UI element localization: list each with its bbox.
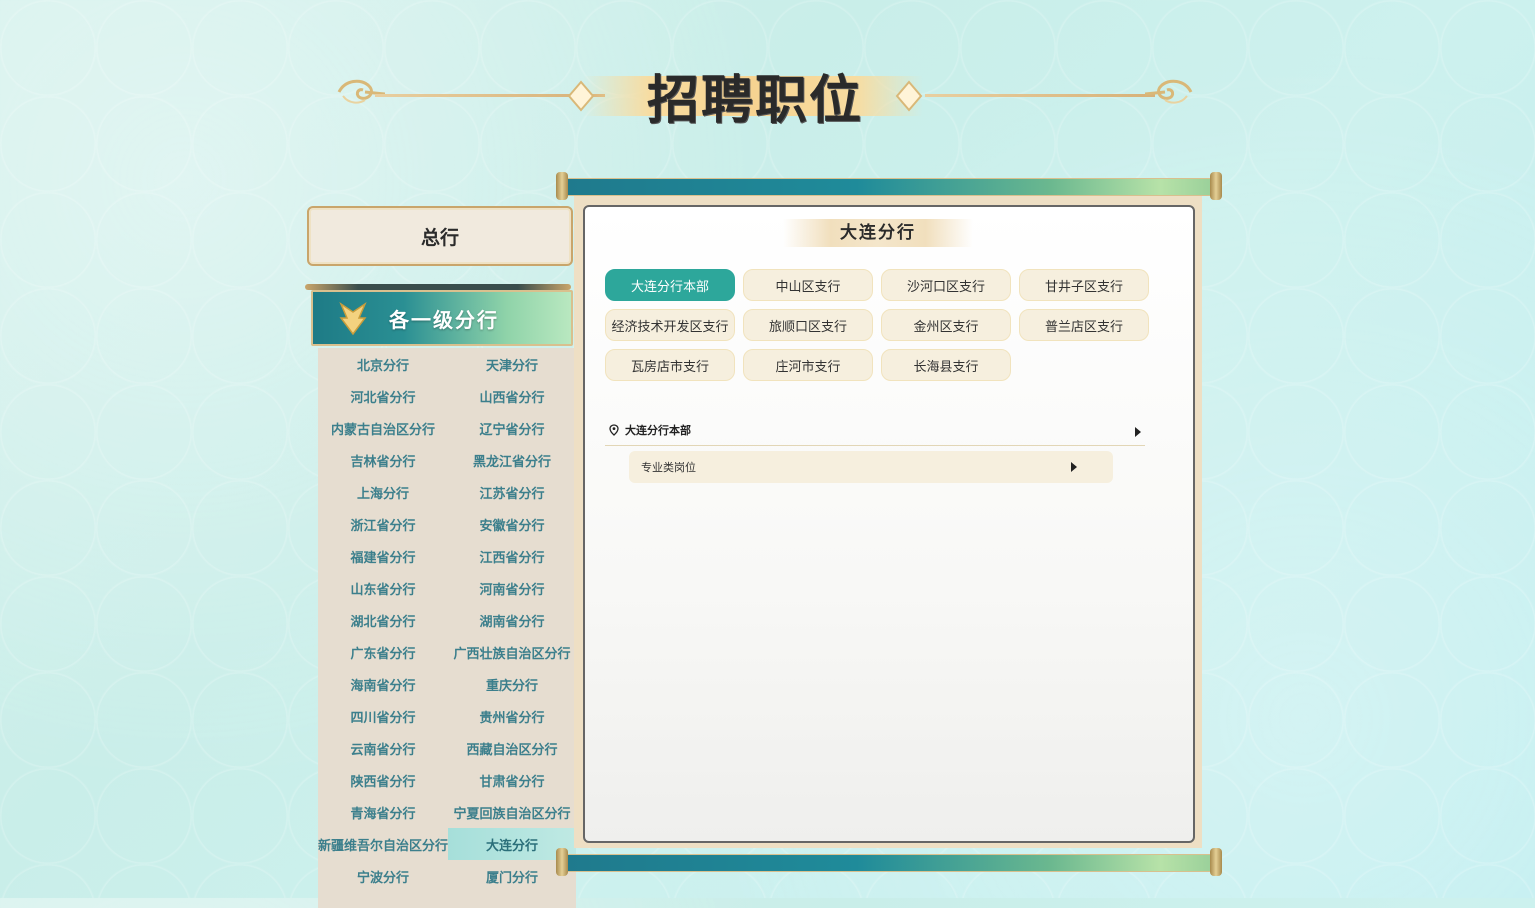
branch-item[interactable]: 江西省分行 xyxy=(448,540,576,572)
branch-list: 北京分行 天津分行 河北省分行 山西省分行 内蒙古自治区分行 辽宁省分行 吉林省分行 黑龙江省… xyxy=(318,348,576,908)
sub-branch-button[interactable]: 普兰店区支行 xyxy=(1019,309,1149,341)
branch-item[interactable]: 重庆分行 xyxy=(448,668,576,700)
branch-item[interactable]: 内蒙古自治区分行 xyxy=(318,412,448,444)
branch-item[interactable]: 湖北省分行 xyxy=(318,604,448,636)
branch-item[interactable]: 上海分行 xyxy=(318,476,448,508)
branch-item[interactable]: 广东省分行 xyxy=(318,636,448,668)
branch-item[interactable]: 甘肃省分行 xyxy=(448,764,576,796)
sub-branch-button[interactable]: 大连分行本部 xyxy=(605,269,735,301)
panel-title: 大连分行 xyxy=(840,223,916,243)
branch-item[interactable]: 安徽省分行 xyxy=(448,508,576,540)
expand-arrow-icon xyxy=(1135,427,1141,437)
branch-item[interactable]: 河北省分行 xyxy=(318,380,448,412)
location-row[interactable]: 大连分行本部 xyxy=(605,415,1145,446)
branch-item[interactable]: 山东省分行 xyxy=(318,572,448,604)
cloud-flourish-left-icon xyxy=(337,79,385,104)
page-title: 招聘职位 xyxy=(646,70,863,131)
sub-branch-button[interactable]: 金州区支行 xyxy=(881,309,1011,341)
branch-item[interactable]: 浙江省分行 xyxy=(318,508,448,540)
scroll-rod-bottom xyxy=(556,848,1222,876)
sub-branch-button[interactable]: 庄河市支行 xyxy=(743,349,873,381)
branch-item[interactable]: 新疆维吾尔自治区分行 xyxy=(318,828,448,860)
branch-item[interactable]: 西藏自治区分行 xyxy=(448,732,576,764)
positions-panel: 大连分行 大连分行本部 中山区支行 沙河口区支行 甘井子区支行 经济技术开发区支行 旅顺口… xyxy=(583,205,1195,843)
cloud-flourish-right-icon xyxy=(1145,79,1193,104)
branch-item[interactable]: 云南省分行 xyxy=(318,732,448,764)
category-label: 专业类岗位 xyxy=(641,461,696,474)
page-title-banner: 招聘职位 xyxy=(335,58,1195,138)
branch-item[interactable]: 山西省分行 xyxy=(448,380,576,412)
sub-branch-button[interactable]: 中山区支行 xyxy=(743,269,873,301)
branch-item[interactable]: 福建省分行 xyxy=(318,540,448,572)
branch-item[interactable]: 陕西省分行 xyxy=(318,764,448,796)
branch-list-header-label: 各一级分行 xyxy=(389,307,499,332)
diamond-ornament-right-icon xyxy=(895,80,923,112)
sub-branch-grid: 大连分行本部 中山区支行 沙河口区支行 甘井子区支行经济技术开发区支行 旅顺口区支行 金州… xyxy=(605,269,1165,381)
category-row[interactable]: 专业类岗位 xyxy=(629,451,1113,483)
sub-branch-button[interactable]: 长海县支行 xyxy=(881,349,1011,381)
sub-branch-button[interactable]: 瓦房店市支行 xyxy=(605,349,735,381)
branch-item[interactable]: 海南省分行 xyxy=(318,668,448,700)
location-label: 大连分行本部 xyxy=(625,424,691,437)
branch-item[interactable]: 吉林省分行 xyxy=(318,444,448,476)
branch-item[interactable]: 湖南省分行 xyxy=(448,604,576,636)
branch-item[interactable]: 广西壮族自治区分行 xyxy=(448,636,576,668)
branch-item[interactable]: 天津分行 xyxy=(448,348,576,380)
branch-item[interactable]: 宁波分行 xyxy=(318,860,448,892)
location-pin-icon xyxy=(609,424,619,436)
sub-branch-button[interactable]: 沙河口区支行 xyxy=(881,269,1011,301)
branch-item[interactable]: 江苏省分行 xyxy=(448,476,576,508)
sub-branch-button[interactable]: 旅顺口区支行 xyxy=(743,309,873,341)
category-expand-arrow-icon xyxy=(1071,462,1077,472)
branch-list-header: 各一级分行 xyxy=(311,290,573,346)
diamond-ornament-left-icon xyxy=(567,80,595,112)
sub-branch-button[interactable]: 甘井子区支行 xyxy=(1019,269,1149,301)
branch-item[interactable]: 贵州省分行 xyxy=(448,700,576,732)
branch-item[interactable]: 辽宁省分行 xyxy=(448,412,576,444)
branch-item[interactable]: 河南省分行 xyxy=(448,572,576,604)
branch-item[interactable]: 北京分行 xyxy=(318,348,448,380)
branch-item[interactable]: 黑龙江省分行 xyxy=(448,444,576,476)
headquarters-button[interactable]: 总行 xyxy=(307,206,573,266)
title-line-right xyxy=(925,94,1155,97)
branch-item[interactable]: 青海省分行 xyxy=(318,796,448,828)
branch-item[interactable]: 宁夏回族自治区分行 xyxy=(448,796,576,828)
down-arrow-icon xyxy=(339,301,367,336)
sub-branch-button[interactable]: 经济技术开发区支行 xyxy=(605,309,735,341)
branch-item[interactable]: 四川省分行 xyxy=(318,700,448,732)
